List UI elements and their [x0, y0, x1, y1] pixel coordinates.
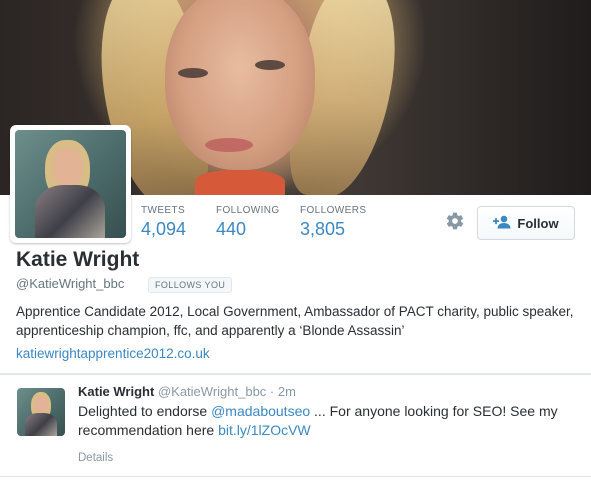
stat-followers-count: 3,805: [300, 219, 346, 239]
tweet-mention-link[interactable]: @madaboutseo: [211, 403, 310, 419]
tweet-divider: [0, 476, 591, 477]
avatar-image: [15, 130, 126, 238]
follows-you-badge: FOLLOWS YOU: [148, 277, 233, 293]
tweet-header: Katie Wright @KatieWright_bbc · 2m: [78, 384, 296, 399]
tweet-author-name[interactable]: Katie Wright: [78, 384, 154, 399]
follow-button[interactable]: Follow: [477, 206, 575, 240]
tweet-author-handle[interactable]: @KatieWright_bbc: [158, 384, 266, 399]
stat-tweets-count: 4,094: [141, 219, 187, 239]
tweet-timestamp[interactable]: 2m: [278, 384, 296, 399]
tweet-url-link[interactable]: bit.ly/1lZOcVW: [218, 422, 311, 438]
stat-following-count: 440: [216, 219, 247, 239]
stat-followers[interactable]: FOLLOWERS 3,805: [300, 205, 366, 240]
profile-avatar[interactable]: [10, 125, 131, 243]
stat-following[interactable]: FOLLOWING 440: [216, 205, 280, 240]
add-user-icon: [493, 215, 511, 232]
stat-followers-label: FOLLOWERS: [300, 205, 367, 216]
stat-following-label: FOLLOWING: [216, 205, 280, 216]
tweet-details-link[interactable]: Details: [78, 452, 113, 464]
tweet-avatar[interactable]: [17, 388, 65, 436]
profile-bio: Apprentice Candidate 2012, Local Governm…: [16, 304, 574, 338]
stat-tweets-label: TWEETS: [141, 205, 186, 216]
profile-name: Katie Wright: [16, 248, 140, 271]
gear-icon[interactable]: [442, 208, 468, 234]
section-divider: [0, 373, 591, 375]
profile-website-link[interactable]: katiewrightapprentice2012.co.uk: [16, 346, 210, 361]
tweet-separator: ·: [269, 384, 275, 399]
follow-button-label: Follow: [517, 215, 559, 231]
tweet-text: Delighted to endorse @madaboutseo ... Fo…: [78, 402, 573, 440]
tweet-text-part: Delighted to endorse: [78, 403, 212, 419]
profile-handle[interactable]: @KatieWright_bbc: [16, 276, 124, 291]
stat-tweets[interactable]: TWEETS 4,094: [141, 205, 186, 240]
